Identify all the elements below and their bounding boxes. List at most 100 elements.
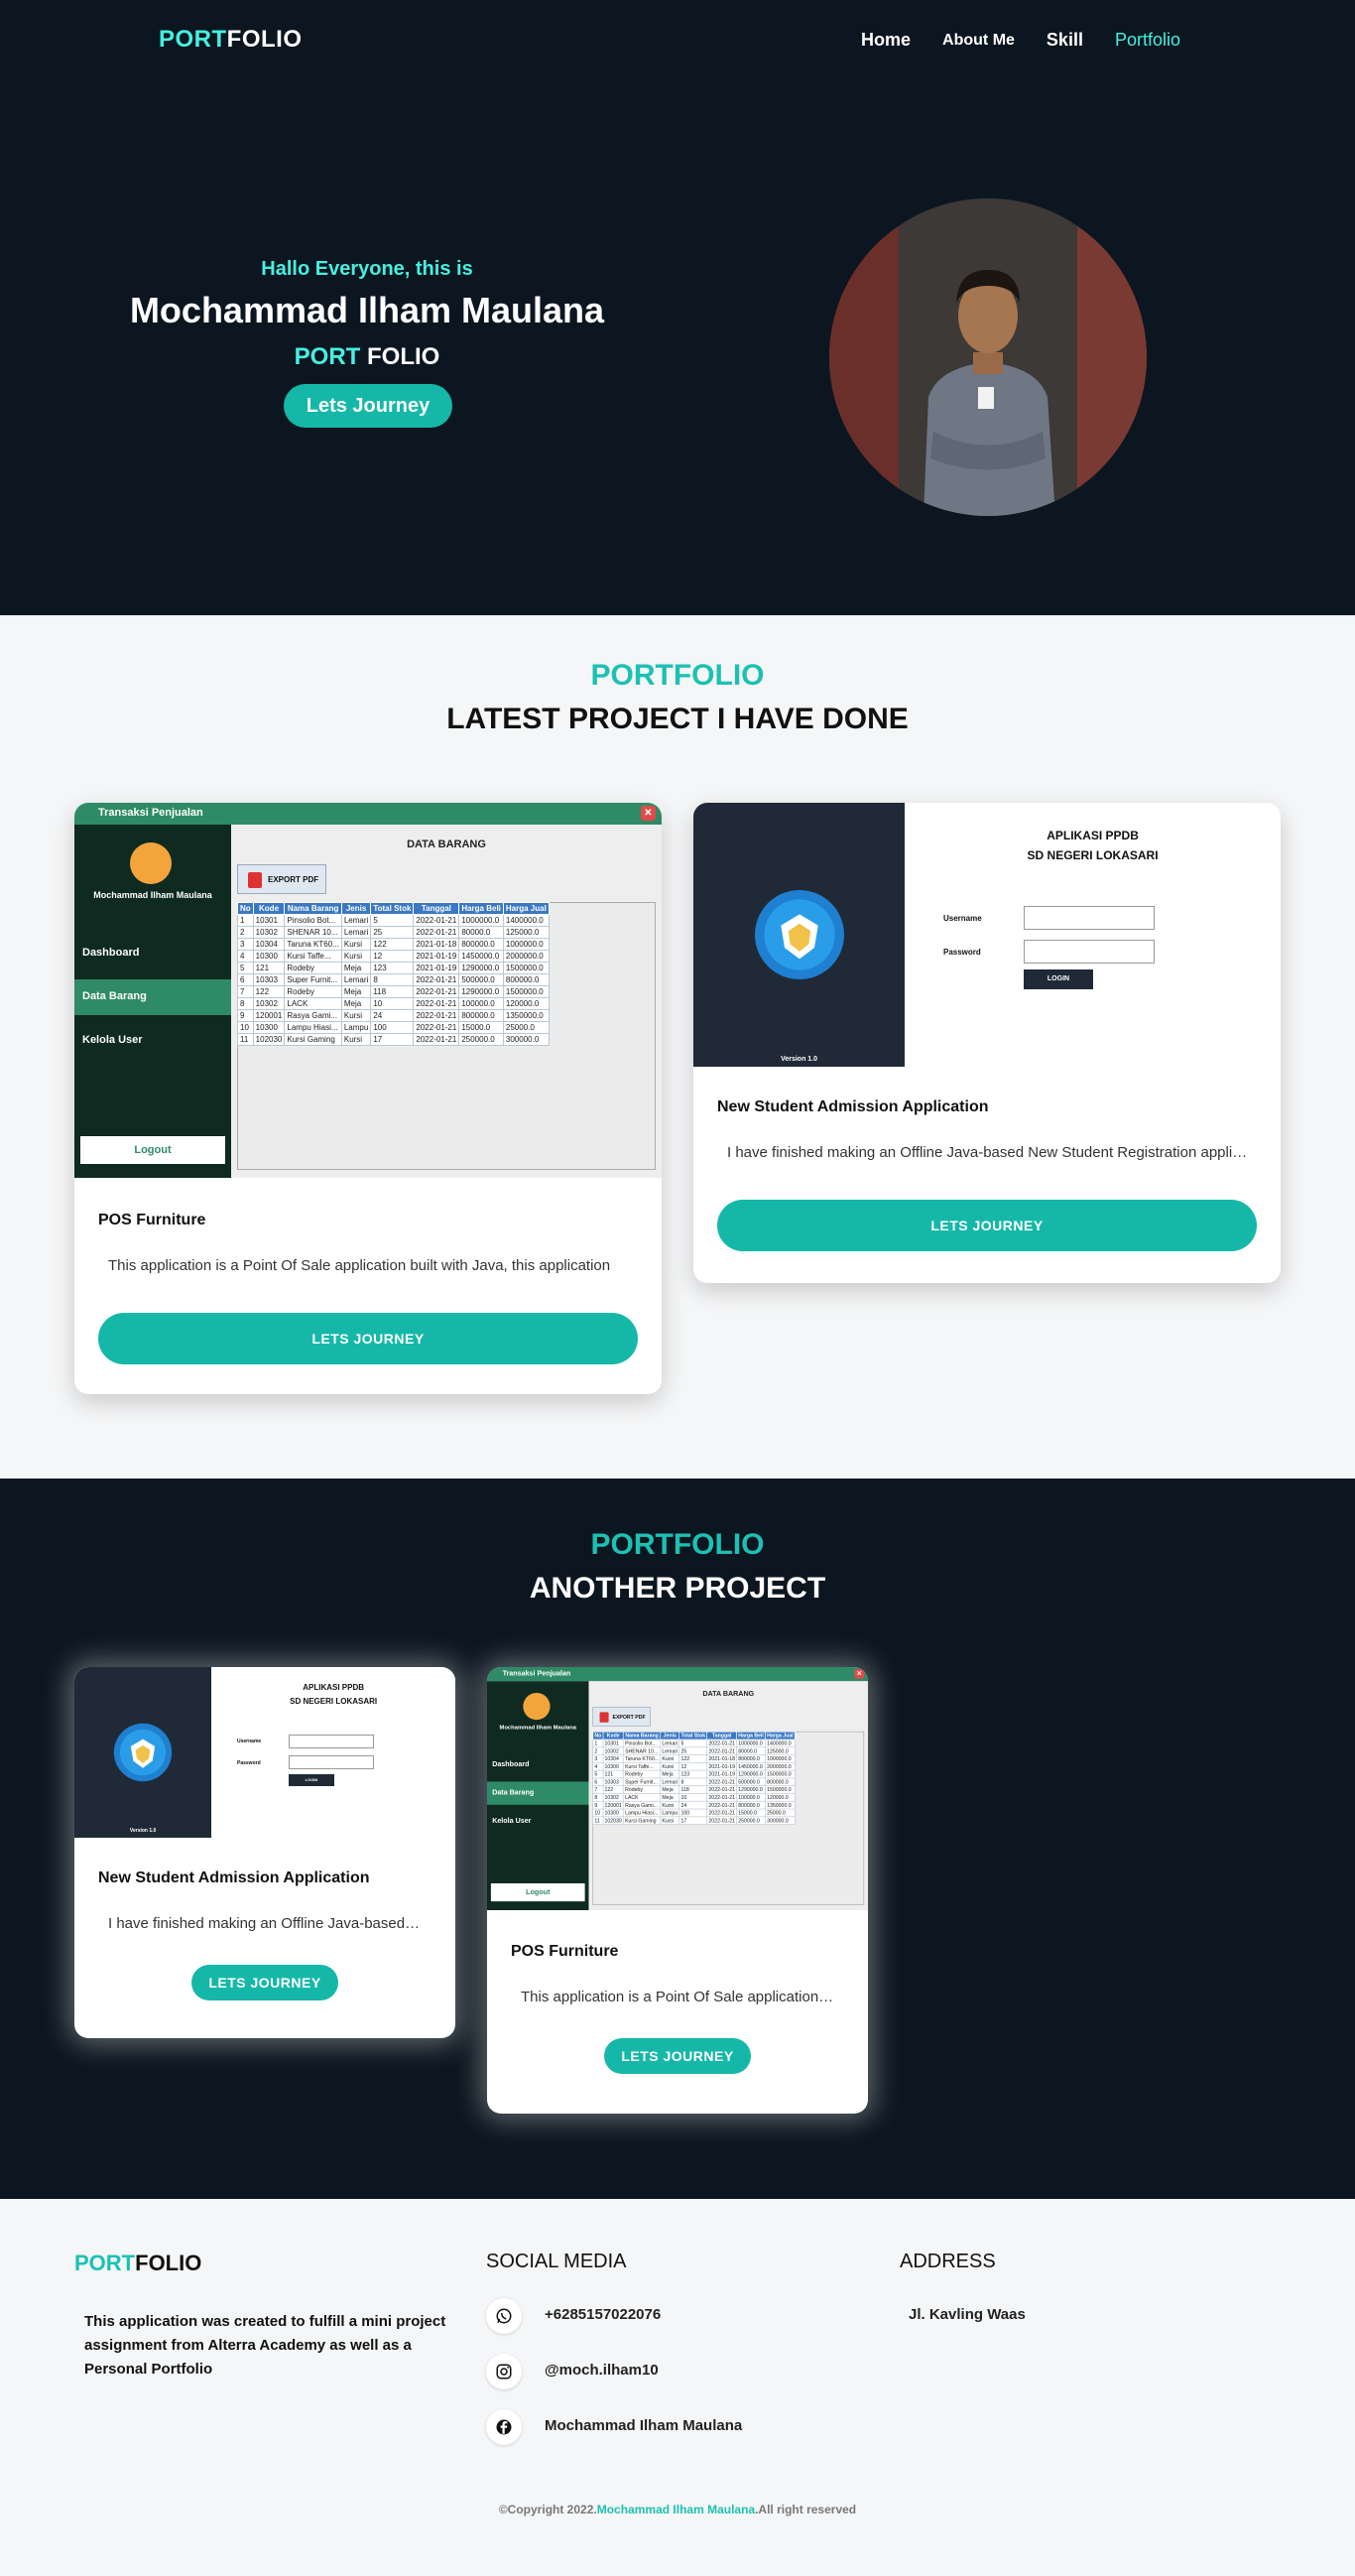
nav-home[interactable]: Home xyxy=(861,30,911,51)
hero-lets-journey-button[interactable]: Lets Journey xyxy=(284,384,452,428)
ppdb-title-2: SD NEGERI LOKASARI xyxy=(1027,848,1159,862)
pos-table-cell: 2022-01-21 xyxy=(413,985,460,998)
pos-table-cell: Lemari xyxy=(340,926,372,939)
pdf-icon xyxy=(248,872,262,888)
pos-table-cell: 122 xyxy=(370,938,415,951)
pos-table-cell: 5 xyxy=(592,1769,604,1779)
card-description: I have finished making an Offline Java-b… xyxy=(727,1144,1253,1161)
pos-table-cell: 2022-01-21 xyxy=(706,1785,737,1794)
pos-table-cell: Lampu Hiasi... xyxy=(284,1021,342,1034)
pos-table-row: 2 10302 SHENAR 10... Lemari 25 2022-01-21 8000… xyxy=(237,926,550,939)
pos-table-cell: 3 xyxy=(592,1754,604,1763)
nav-skill[interactable]: Skill xyxy=(1047,30,1083,51)
lets-journey-button[interactable]: LETS JOURNEY xyxy=(717,1200,1257,1251)
pos-table-cell: 1000000.0 xyxy=(736,1739,766,1748)
pos-table-cell: Rodeby xyxy=(284,962,342,974)
pos-table-cell: 8 xyxy=(370,973,415,986)
pos-table-cell: 2021-01-19 xyxy=(413,950,460,963)
pos-user-avatar-icon xyxy=(523,1692,551,1721)
pos-table-cell: Kursi xyxy=(340,938,372,951)
pos-table-cell: 500000.0 xyxy=(736,1777,766,1787)
pos-table-cell: 10300 xyxy=(602,1762,624,1771)
pos-table-cell: 10301 xyxy=(252,914,286,927)
ppdb-version: Version 1.0 xyxy=(781,1056,818,1063)
social-facebook-text[interactable]: Mochammad Ilham Maulana xyxy=(545,2417,742,2434)
pos-table-row: 9 120001 Rasya Gami... Kursi 24 2022-01-21 800… xyxy=(592,1800,796,1810)
pos-logout: Logout xyxy=(490,1882,585,1902)
pos-table-cell: Lemari xyxy=(660,1777,680,1787)
instagram-icon[interactable] xyxy=(486,2354,522,2389)
pos-table-cell: 118 xyxy=(678,1785,708,1794)
pos-table-cell: 2000000.0 xyxy=(765,1762,796,1771)
pos-table-cell: 12 xyxy=(678,1762,708,1771)
lets-journey-button[interactable]: LETS JOURNEY xyxy=(604,2038,751,2074)
pos-table-cell: Meja xyxy=(660,1785,680,1794)
pos-table-row: 5 121 Rodeby Meja 123 2021-01-19 1290000.0 1500… xyxy=(592,1769,796,1779)
pos-table-cell: 100000.0 xyxy=(736,1793,766,1802)
pos-table-cell: 11 xyxy=(237,1033,254,1046)
address-text: Jl. Kavling Waas xyxy=(909,2306,1026,2323)
hero-sub-port: PORT xyxy=(294,343,361,370)
pos-table-cell: 100 xyxy=(370,1021,415,1034)
ppdb-left-panel: Version 1.0 xyxy=(74,1667,212,1838)
tut-wuri-handayani-emblem-icon xyxy=(113,1723,173,1782)
pos-table-cell: 17 xyxy=(370,1033,415,1046)
copyright: ©Copyright 2022.Mochammad Ilham Maulana.… xyxy=(0,2503,1355,2516)
pos-table-cell: Rodeby xyxy=(623,1785,662,1794)
site-logo[interactable]: PORTFOLIO xyxy=(159,26,303,54)
pos-table-cell: 12 xyxy=(370,950,415,963)
pos-table-cell: 5 xyxy=(237,962,254,974)
pos-column-header: Total Stok xyxy=(370,902,415,915)
pos-column-header: Tanggal xyxy=(706,1731,737,1740)
copyright-name[interactable]: Mochammad Ilham Maulana xyxy=(597,2503,755,2516)
hero-sub-folio: FOLIO xyxy=(367,343,440,370)
pos-table-cell: 1000000.0 xyxy=(765,1754,796,1763)
pos-table-cell: 300000.0 xyxy=(765,1816,796,1825)
pos-table-cell: 9 xyxy=(237,1009,254,1022)
pos-table-cell: 800000.0 xyxy=(458,938,504,951)
pos-table-cell: Super Furnit... xyxy=(623,1777,662,1787)
card-description: This application is a Point Of Sale appl… xyxy=(521,1989,834,2005)
pos-column-header: Jenis xyxy=(660,1731,680,1740)
pos-table-cell: 5 xyxy=(678,1739,708,1748)
pos-table-cell: 123 xyxy=(370,962,415,974)
pos-table-cell: 2022-01-21 xyxy=(413,997,460,1010)
pos-table-cell: Taruna KT60... xyxy=(623,1754,662,1763)
lets-journey-button[interactable]: LETS JOURNEY xyxy=(191,1965,338,2000)
social-media-heading: SOCIAL MEDIA xyxy=(486,2251,627,2272)
pos-column-header: Kode xyxy=(252,902,286,915)
pos-table-cell: Meja xyxy=(340,962,372,974)
pos-heading: DATA BARANG xyxy=(702,1690,755,1699)
pos-table-cell: 7 xyxy=(592,1785,604,1794)
pos-table-cell: 10 xyxy=(592,1808,604,1818)
pos-table-cell: Lampu xyxy=(340,1021,372,1034)
facebook-icon[interactable] xyxy=(486,2409,522,2445)
ppdb-password-label: Password xyxy=(943,948,981,957)
copyright-suffix: .All right reserved xyxy=(755,2503,857,2516)
pos-table-row: 9 120001 Rasya Gami... Kursi 24 2022-01-21 800… xyxy=(237,1009,550,1022)
pos-table-cell: 500000.0 xyxy=(458,973,504,986)
footer-logo-port: PORT xyxy=(74,2251,136,2275)
copyright-prefix: ©Copyright 2022. xyxy=(498,2503,597,2516)
pos-menu-kelola-user: Kelola User xyxy=(492,1817,532,1825)
nav-about-me[interactable]: About Me xyxy=(942,32,1015,51)
pos-table-row: 10 10300 Lampu Hiasi... Lampu 100 2022-01-21 1… xyxy=(237,1021,550,1034)
pos-table-cell: Kursi xyxy=(660,1754,680,1763)
pos-column-header: No xyxy=(592,1731,604,1740)
social-instagram-text[interactable]: @moch.ilham10 xyxy=(545,2362,659,2379)
pos-table-cell: 800000.0 xyxy=(458,1009,504,1022)
whatsapp-icon[interactable] xyxy=(486,2298,522,2334)
nav-portfolio[interactable]: Portfolio xyxy=(1115,30,1180,51)
logo-part-folio: FOLIO xyxy=(226,26,303,53)
pos-table-row: 1 10301 Pinsolio Bot... Lemari 5 2022-01-21 10… xyxy=(237,914,550,927)
pos-table-cell: Kursi xyxy=(660,1816,680,1825)
pos-table-cell: 10301 xyxy=(602,1739,624,1748)
hero-greeting: Hallo Everyone, this is xyxy=(261,258,473,280)
social-whatsapp-text[interactable]: +6285157022076 xyxy=(545,2306,661,2323)
pos-table-cell: Kursi xyxy=(340,1033,372,1046)
lets-journey-button[interactable]: LETS JOURNEY xyxy=(98,1313,638,1364)
pos-table-cell: 10304 xyxy=(252,938,286,951)
pos-table-cell: Lampu xyxy=(660,1808,680,1818)
pos-table-cell: Rasya Gami... xyxy=(284,1009,342,1022)
footer-logo[interactable]: PORTFOLIO xyxy=(74,2251,201,2276)
